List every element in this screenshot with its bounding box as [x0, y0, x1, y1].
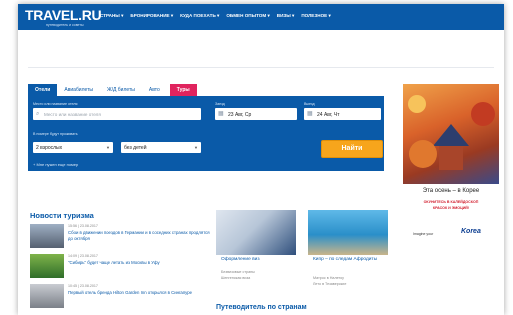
adults-select[interactable]: 2 взрослых ▼ — [33, 142, 113, 153]
news-headline[interactable]: Сбои в движении поездов в Германии и в с… — [68, 230, 213, 241]
checkout-label: Выезд — [304, 102, 315, 106]
ad-footer-text: Imagine your — [413, 232, 434, 236]
tab-hotels[interactable]: Отели — [28, 84, 58, 96]
news-item[interactable]: 15:56 | 23.08.2017 Сбои в движении поезд… — [30, 224, 215, 250]
promo-card-visas[interactable]: Оформление виз Безвизовые страны Шенгенс… — [216, 210, 296, 295]
adults-value: 2 взрослых — [36, 145, 63, 151]
hotel-field-label: Место или название отеля — [33, 102, 78, 106]
pagoda-body — [439, 146, 463, 170]
menu-item-booking[interactable]: БРОНИРОВАНИЕ ▾ — [130, 13, 173, 19]
browser-page: TRAVEL.RU путеводитель и советы СТРАНЫ ▾… — [18, 4, 504, 315]
promo-image — [216, 210, 296, 255]
top-navigation-bar: TRAVEL.RU путеводитель и советы СТРАНЫ ▾… — [18, 4, 504, 30]
promo-title[interactable]: Кипр – по следам Афродиты — [313, 257, 388, 263]
news-headline[interactable]: Первый отель бренда Hilton Garden Inn от… — [68, 290, 213, 296]
search-button[interactable]: Найти — [321, 140, 383, 158]
news-section-title[interactable]: Новости туризма — [30, 211, 94, 220]
chevron-down-icon: ▼ — [194, 145, 198, 150]
promo-link[interactable]: Шенгенская виза — [221, 276, 250, 280]
news-date: 10:45 | 23.08.2017 — [68, 284, 98, 288]
ad-title: Эта осень – в Корее — [422, 188, 480, 194]
news-thumbnail — [30, 284, 64, 308]
promo-image — [308, 210, 388, 255]
logo-tagline: путеводитель и советы — [46, 23, 84, 27]
tab-trains[interactable]: Ж/Д билеты — [100, 84, 142, 96]
pagoda-roof — [433, 124, 469, 146]
checkin-label: Заезд — [215, 102, 225, 106]
search-icon: ⌕ — [36, 111, 40, 117]
foliage-shape — [471, 102, 495, 126]
promo-link[interactable]: Матрос в Налетоу — [313, 276, 344, 280]
children-select[interactable]: без детей ▼ — [121, 142, 201, 153]
promo-link[interactable]: Лето в Тезаверские — [313, 282, 346, 286]
chevron-down-icon: ▼ — [106, 145, 110, 150]
news-date: 15:56 | 23.08.2017 — [68, 224, 98, 228]
tab-tours[interactable]: Туры — [169, 84, 197, 96]
menu-item-experience[interactable]: ОБМЕН ОПЫТОМ ▾ — [226, 13, 269, 19]
foliage-shape — [409, 140, 437, 168]
promo-link[interactable]: Безвизовые страны — [221, 270, 255, 274]
menu-item-useful[interactable]: ПОЛЕЗНОЕ ▾ — [301, 13, 330, 19]
korea-ad-banner[interactable]: Эта осень – в Корее ОКУНИТЕСЬ В КАЛЕЙДОС… — [403, 84, 499, 244]
hotel-search-placeholder: Место или название отеля — [44, 112, 101, 117]
calendar-icon: ▦ — [307, 111, 313, 117]
calendar-icon: ▦ — [218, 111, 224, 117]
checkout-date-field[interactable]: ▦ 24 Авг, Чт — [304, 108, 381, 120]
guests-label: В номере будут проживать — [33, 132, 78, 136]
ad-tagline-line2: КРАСОК И ЭМОЦИЙ! — [432, 206, 470, 210]
menu-item-where-to-go[interactable]: КУДА ПОЕХАТЬ ▾ — [180, 13, 219, 19]
promo-card-cyprus[interactable]: Кипр – по следам Афродиты Матрос в Налет… — [308, 210, 388, 295]
korea-logo: Korea — [461, 228, 481, 235]
sun-shape — [408, 95, 426, 113]
divider — [28, 67, 494, 68]
search-tabs: Отели Авиабилеты Ж/Д билеты Авто Туры — [28, 84, 197, 96]
news-item[interactable]: 10:45 | 23.08.2017 Первый отель бренда H… — [30, 284, 215, 310]
tab-cars[interactable]: Авто — [142, 84, 167, 96]
news-headline[interactable]: "Сибирь" будет чаще летать из Москвы в У… — [68, 260, 213, 266]
news-date: 14:09 | 23.08.2017 — [68, 254, 98, 258]
ad-image — [403, 84, 499, 184]
hotel-search-form: Место или название отеля ⌕ Место или наз… — [28, 96, 384, 171]
site-logo[interactable]: TRAVEL.RU — [25, 7, 102, 23]
checkout-date-value: 24 Авг, Чт — [317, 112, 340, 118]
main-menu: СТРАНЫ ▾ БРОНИРОВАНИЕ ▾ КУДА ПОЕХАТЬ ▾ О… — [100, 13, 331, 19]
top-banner-area — [18, 30, 504, 80]
ad-illustration — [408, 95, 495, 170]
checkin-date-field[interactable]: ▦ 23 Авг, Ср — [215, 108, 297, 120]
promo-title[interactable]: Оформление виз — [221, 257, 296, 263]
menu-item-visas[interactable]: ВИЗЫ ▾ — [277, 13, 295, 19]
tab-flights[interactable]: Авиабилеты — [57, 84, 100, 96]
hotel-search-input[interactable]: ⌕ Место или название отеля — [33, 108, 201, 120]
checkin-date-value: 23 Авг, Ср — [228, 112, 252, 118]
news-thumbnail — [30, 254, 64, 278]
menu-item-countries[interactable]: СТРАНЫ ▾ — [100, 13, 123, 19]
add-room-link[interactable]: + Мне нужен еще номер — [33, 162, 78, 167]
ad-tagline-line1: ОКУНИТЕСЬ В КАЛЕЙДОСКОП — [423, 200, 479, 204]
children-value: без детей — [124, 145, 147, 151]
news-thumbnail — [30, 224, 64, 248]
news-item[interactable]: 14:09 | 23.08.2017 "Сибирь" будет чаще л… — [30, 254, 215, 280]
country-guide-title[interactable]: Путеводитель по странам — [216, 304, 307, 311]
